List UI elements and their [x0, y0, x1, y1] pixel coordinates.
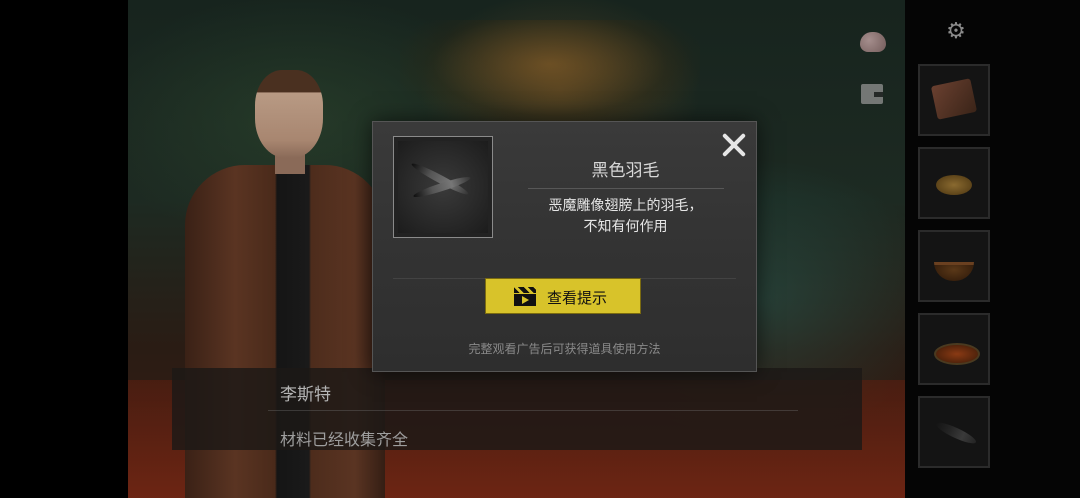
item-description: 恶魔雕像翅膀上的羽毛， 不知有何作用 [548, 198, 703, 235]
view-hint-button[interactable]: 查看提示 [485, 278, 641, 314]
inventory-slot[interactable] [918, 313, 990, 385]
left-letterbox [0, 0, 128, 498]
pot-item [934, 343, 980, 365]
item-detail-popup: 黑色羽毛 恶魔雕像翅膀上的羽毛， 不知有何作用 查看提示 完整观看广告后可获得道… [372, 121, 757, 372]
dialogue-divider [268, 410, 798, 411]
video-clapper-icon [514, 287, 536, 306]
gear-icon[interactable]: ⚙ [944, 20, 968, 44]
feather-item [933, 419, 979, 447]
coins-item [936, 175, 972, 195]
black-feather-icon [408, 160, 474, 201]
bowl-item [934, 262, 974, 281]
inventory-slot[interactable] [918, 64, 990, 136]
speaker-name: 李斯特 [280, 385, 331, 405]
ad-note: 完整观看广告后可获得道具使用方法 [468, 342, 661, 356]
book-item [930, 78, 978, 120]
title-divider [528, 188, 724, 189]
hint-button-label: 查看提示 [547, 289, 608, 307]
inventory-slot[interactable] [918, 396, 990, 468]
dialogue-box[interactable]: 李斯特 材料已经收集齐全 [172, 368, 862, 450]
clapper-top [514, 287, 536, 293]
map-icon[interactable] [861, 84, 883, 104]
demon-statue [400, 20, 700, 130]
dialogue-text: 材料已经收集齐全 [280, 430, 409, 449]
play-triangle [522, 296, 529, 304]
character-head [255, 70, 323, 158]
inventory-slot[interactable] [918, 147, 990, 219]
item-title: 黑色羽毛 [591, 161, 660, 181]
inventory-bar [918, 64, 994, 479]
close-button[interactable] [721, 132, 747, 158]
item-image-frame [393, 136, 493, 238]
inventory-slot[interactable] [918, 230, 990, 302]
brain-icon[interactable] [860, 32, 886, 52]
